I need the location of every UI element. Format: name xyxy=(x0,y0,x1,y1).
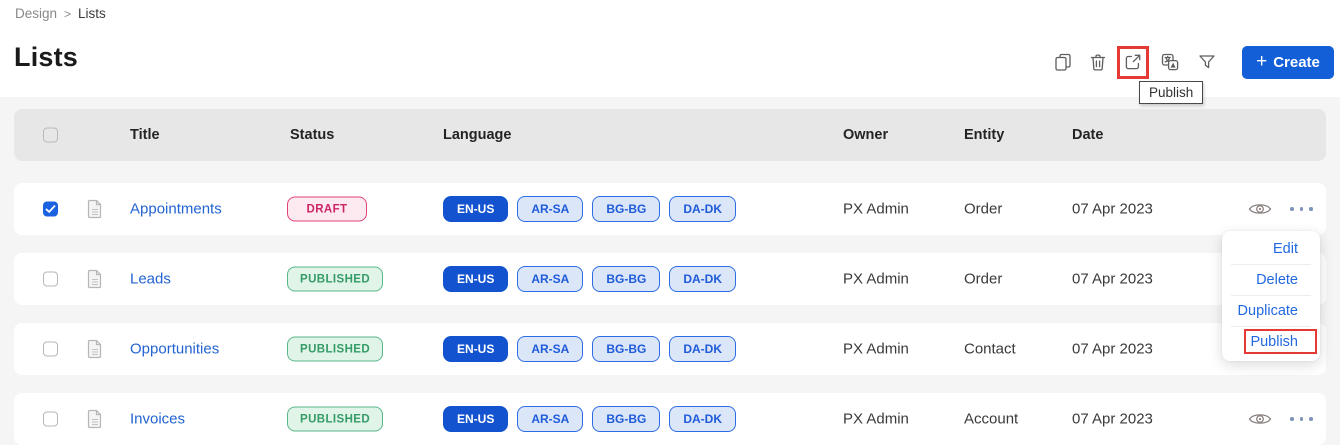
language-badges: EN-US AR-SA BG-BG DA-DK xyxy=(443,336,737,362)
date-cell: 07 Apr 2023 xyxy=(1072,200,1153,218)
entity-cell: Account xyxy=(964,410,1019,428)
breadcrumb: Design > Lists xyxy=(15,6,106,21)
translate-button[interactable] xyxy=(1156,49,1184,77)
translate-icon xyxy=(1160,52,1180,75)
column-header-language[interactable]: Language xyxy=(443,127,511,143)
language-badge-da-dk[interactable]: DA-DK xyxy=(669,266,737,292)
plus-icon: + xyxy=(1256,50,1268,72)
document-icon xyxy=(87,199,103,219)
language-badges: EN-US AR-SA BG-BG DA-DK xyxy=(443,266,737,292)
status-badge: PUBLISHED xyxy=(287,406,384,432)
page-title: Lists xyxy=(14,42,79,72)
column-header-status[interactable]: Status xyxy=(290,127,334,143)
menu-item-duplicate[interactable]: Duplicate xyxy=(1222,295,1320,326)
delete-button[interactable] xyxy=(1084,49,1112,77)
column-header-owner[interactable]: Owner xyxy=(843,127,888,143)
more-actions-icon[interactable] xyxy=(1290,204,1318,214)
copy-icon xyxy=(1053,52,1073,75)
breadcrumb-lists: Lists xyxy=(78,6,106,21)
language-badge-en-us[interactable]: EN-US xyxy=(443,266,509,292)
language-badge-en-us[interactable]: EN-US xyxy=(443,336,509,362)
document-icon xyxy=(87,339,103,359)
language-badge-da-dk[interactable]: DA-DK xyxy=(669,196,737,222)
publish-icon xyxy=(1123,52,1143,75)
table-row: Invoices PUBLISHED EN-US AR-SA BG-BG DA-… xyxy=(14,393,1326,445)
owner-cell: PX Admin xyxy=(843,200,909,218)
date-cell: 07 Apr 2023 xyxy=(1072,410,1153,428)
language-badges: EN-US AR-SA BG-BG DA-DK xyxy=(443,196,737,222)
language-badges: EN-US AR-SA BG-BG DA-DK xyxy=(443,406,737,432)
status-badge: PUBLISHED xyxy=(287,266,384,292)
table-row: Appointments DRAFT EN-US AR-SA BG-BG DA-… xyxy=(14,183,1326,235)
list-title-link[interactable]: Leads xyxy=(130,271,171,288)
publish-button[interactable] xyxy=(1119,49,1147,77)
create-button[interactable]: + Create xyxy=(1242,46,1334,79)
language-badge-ar-sa[interactable]: AR-SA xyxy=(517,196,584,222)
date-cell: 07 Apr 2023 xyxy=(1072,270,1153,288)
language-badge-en-us[interactable]: EN-US xyxy=(443,196,509,222)
breadcrumb-design[interactable]: Design xyxy=(15,6,57,21)
list-title-link[interactable]: Invoices xyxy=(130,411,185,428)
lists-page: Design > Lists Lists Publish + Create Ti… xyxy=(0,0,1340,445)
language-badge-da-dk[interactable]: DA-DK xyxy=(669,336,737,362)
language-badge-bg-bg[interactable]: BG-BG xyxy=(592,406,661,432)
preview-eye-icon[interactable] xyxy=(1248,411,1272,427)
preview-eye-icon[interactable] xyxy=(1248,201,1272,217)
language-badge-ar-sa[interactable]: AR-SA xyxy=(517,266,584,292)
language-badge-en-us[interactable]: EN-US xyxy=(443,406,509,432)
entity-cell: Order xyxy=(964,270,1003,288)
row-checkbox[interactable] xyxy=(43,271,58,287)
row-checkbox[interactable] xyxy=(43,341,58,357)
language-badge-bg-bg[interactable]: BG-BG xyxy=(592,196,661,222)
language-badge-ar-sa[interactable]: AR-SA xyxy=(517,406,584,432)
delete-icon xyxy=(1088,52,1108,75)
create-button-label: Create xyxy=(1273,54,1320,71)
owner-cell: PX Admin xyxy=(843,340,909,358)
language-badge-ar-sa[interactable]: AR-SA xyxy=(517,336,584,362)
filter-icon xyxy=(1197,52,1217,75)
list-title-link[interactable]: Opportunities xyxy=(130,341,219,358)
language-badge-bg-bg[interactable]: BG-BG xyxy=(592,266,661,292)
row-checkbox[interactable] xyxy=(43,411,58,427)
document-icon xyxy=(87,409,103,429)
owner-cell: PX Admin xyxy=(843,410,909,428)
owner-cell: PX Admin xyxy=(843,270,909,288)
column-header-date[interactable]: Date xyxy=(1072,127,1103,143)
table-row: Leads PUBLISHED EN-US AR-SA BG-BG DA-DK … xyxy=(14,253,1326,305)
row-checkbox[interactable] xyxy=(43,201,58,217)
date-cell: 07 Apr 2023 xyxy=(1072,340,1153,358)
column-header-title[interactable]: Title xyxy=(130,127,160,143)
language-badge-bg-bg[interactable]: BG-BG xyxy=(592,336,661,362)
breadcrumb-separator: > xyxy=(64,6,72,21)
more-actions-icon[interactable] xyxy=(1290,414,1318,424)
copy-button[interactable] xyxy=(1049,49,1077,77)
filter-button[interactable] xyxy=(1193,49,1221,77)
publish-tooltip: Publish xyxy=(1139,81,1204,104)
table-row: Opportunities PUBLISHED EN-US AR-SA BG-B… xyxy=(14,323,1326,375)
entity-cell: Contact xyxy=(964,340,1016,358)
menu-item-edit[interactable]: Edit xyxy=(1222,233,1320,264)
select-all-checkbox[interactable] xyxy=(43,127,58,143)
entity-cell: Order xyxy=(964,200,1003,218)
menu-item-publish[interactable]: Publish xyxy=(1222,326,1320,357)
status-badge: DRAFT xyxy=(287,196,367,222)
document-icon xyxy=(87,269,103,289)
table-header: Title Status Language Owner Entity Date xyxy=(14,109,1326,161)
menu-item-delete[interactable]: Delete xyxy=(1222,264,1320,295)
column-header-entity[interactable]: Entity xyxy=(964,127,1004,143)
language-badge-da-dk[interactable]: DA-DK xyxy=(669,406,737,432)
row-context-menu: Edit Delete Duplicate Publish xyxy=(1222,231,1320,361)
list-title-link[interactable]: Appointments xyxy=(130,201,222,218)
status-badge: PUBLISHED xyxy=(287,336,384,362)
